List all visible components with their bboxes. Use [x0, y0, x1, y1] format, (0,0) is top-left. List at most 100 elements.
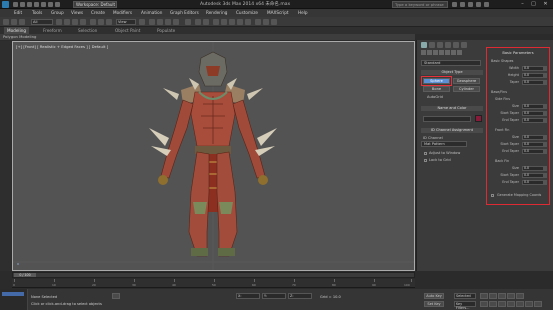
spinner-icon[interactable]: [544, 80, 547, 85]
tab-populate[interactable]: Populate: [154, 27, 178, 34]
rectangular-selection-icon[interactable]: [72, 19, 78, 25]
generate-mapping-checkbox[interactable]: [491, 194, 494, 197]
app-logo-icon[interactable]: [2, 1, 9, 8]
save-file-icon[interactable]: [27, 2, 32, 7]
tab-object-paint[interactable]: Object Paint: [112, 27, 143, 34]
subscription-icon[interactable]: [460, 2, 465, 7]
geometry-icon[interactable]: [421, 50, 426, 55]
id-channel-rollout[interactable]: ID Channel Assignment: [421, 128, 483, 133]
undo-toolbar-icon[interactable]: [3, 19, 9, 25]
motion-tab-icon[interactable]: [445, 42, 451, 48]
next-frame-icon[interactable]: [507, 293, 515, 299]
menu-help[interactable]: Help: [298, 10, 308, 15]
param-field[interactable]: 0.0: [522, 73, 544, 78]
zoom-all-icon[interactable]: [489, 301, 497, 307]
layer-manager-icon[interactable]: [213, 19, 219, 25]
communication-icon[interactable]: [468, 2, 473, 7]
param-field[interactable]: 0.0: [522, 180, 544, 185]
set-key-button[interactable]: Set Key: [424, 301, 444, 307]
lights-icon[interactable]: [433, 50, 438, 55]
key-filters-button[interactable]: Key Filters...: [454, 301, 476, 310]
spinner-icon[interactable]: [544, 118, 547, 123]
lock-grid-checkbox[interactable]: [424, 159, 427, 162]
tab-freeform[interactable]: Freeform: [40, 27, 65, 34]
window-crossing-icon[interactable]: [80, 19, 86, 25]
menu-group[interactable]: Group: [51, 10, 64, 15]
hold-icon[interactable]: [48, 2, 53, 7]
tab-modeling[interactable]: Modeling: [4, 27, 30, 34]
y-coordinate-field[interactable]: Y:: [262, 293, 286, 299]
minimize-button[interactable]: –: [518, 1, 527, 8]
previous-frame-icon[interactable]: [489, 293, 497, 299]
link-icon[interactable]: [19, 19, 25, 25]
curve-editor-icon[interactable]: [229, 19, 235, 25]
angle-snap-icon[interactable]: [157, 19, 163, 25]
spinner-icon[interactable]: [544, 142, 547, 147]
menu-tools[interactable]: Tools: [32, 10, 42, 15]
param-field[interactable]: 0.0: [522, 118, 544, 123]
material-pattern-dropdown[interactable]: Mat Pattern: [421, 141, 467, 147]
search-input[interactable]: Type a keyword or phrase: [392, 1, 448, 8]
param-field[interactable]: 0.0: [522, 173, 544, 178]
snap-icon[interactable]: [149, 19, 155, 25]
rotate-icon[interactable]: [98, 19, 104, 25]
front-viewport[interactable]: [+] [Front] [ Realistic + Edged Faces ] …: [12, 41, 415, 271]
rendered-frame-icon[interactable]: [263, 19, 269, 25]
name-color-rollout[interactable]: Name and Color: [421, 106, 483, 111]
pivot-center-icon[interactable]: [139, 19, 145, 25]
search-icon[interactable]: [452, 2, 457, 7]
spinner-icon[interactable]: [544, 166, 547, 171]
workspace-select[interactable]: Workspace: Default: [73, 1, 117, 8]
open-file-icon[interactable]: [20, 2, 25, 7]
lock-selection-icon[interactable]: [112, 293, 120, 299]
help-icon[interactable]: [484, 2, 489, 7]
time-slider-thumb[interactable]: 0 / 100: [14, 273, 36, 277]
param-field[interactable]: 0.0: [522, 166, 544, 171]
menu-create[interactable]: Create: [91, 10, 105, 15]
spinner-icon[interactable]: [544, 104, 547, 109]
cylinder-button[interactable]: Cylinder: [453, 86, 480, 92]
percent-snap-icon[interactable]: [165, 19, 171, 25]
tab-selection[interactable]: Selection: [75, 27, 100, 34]
undo-icon[interactable]: [34, 2, 39, 7]
category-dropdown[interactable]: Standard: [421, 60, 481, 66]
render-production-icon[interactable]: [271, 19, 277, 25]
object-name-field[interactable]: [423, 116, 471, 122]
shapes-icon[interactable]: [427, 50, 432, 55]
pan-icon[interactable]: [516, 301, 524, 307]
favorites-icon[interactable]: [476, 2, 481, 7]
redo-icon[interactable]: [41, 2, 46, 7]
param-field[interactable]: 0.0: [522, 149, 544, 154]
menu-views[interactable]: Views: [71, 10, 83, 15]
field-of-view-icon[interactable]: [507, 301, 515, 307]
menu-graph-editors[interactable]: Graph Editors: [170, 10, 199, 15]
hierarchy-tab-icon[interactable]: [437, 42, 443, 48]
param-field[interactable]: 0.0: [522, 104, 544, 109]
play-icon[interactable]: [498, 293, 506, 299]
track-bar[interactable]: 0 10 20 30 40 50 60 70 80 90 100: [12, 279, 415, 288]
utilities-tab-icon[interactable]: [461, 42, 467, 48]
adjust-window-checkbox[interactable]: [424, 152, 427, 155]
menu-animation[interactable]: Animation: [141, 10, 162, 15]
close-button[interactable]: ✕: [541, 1, 550, 8]
schematic-view-icon[interactable]: [237, 19, 243, 25]
redo-toolbar-icon[interactable]: [11, 19, 17, 25]
spinner-icon[interactable]: [544, 180, 547, 185]
mirror-icon[interactable]: [195, 19, 201, 25]
menu-edit[interactable]: Edit: [14, 10, 22, 15]
zoom-extents-icon[interactable]: [498, 301, 506, 307]
time-slider[interactable]: 0 / 100: [12, 272, 415, 278]
orbit-icon[interactable]: [525, 301, 533, 307]
ribbon-panel-polygon-modeling[interactable]: Polygon Modeling: [0, 34, 415, 40]
maxscript-mini-bar[interactable]: [2, 292, 24, 296]
create-tab-icon[interactable]: [421, 42, 427, 48]
spinner-icon[interactable]: [544, 66, 547, 71]
named-selection-icon[interactable]: [185, 19, 191, 25]
fetch-icon[interactable]: [55, 2, 60, 7]
space-warps-icon[interactable]: [451, 50, 456, 55]
cameras-icon[interactable]: [439, 50, 444, 55]
autogrid-label[interactable]: AutoGrid: [427, 95, 443, 99]
spinner-icon[interactable]: [544, 149, 547, 154]
auto-key-button[interactable]: Auto Key: [424, 293, 444, 299]
maxscript-listener[interactable]: [0, 289, 28, 310]
